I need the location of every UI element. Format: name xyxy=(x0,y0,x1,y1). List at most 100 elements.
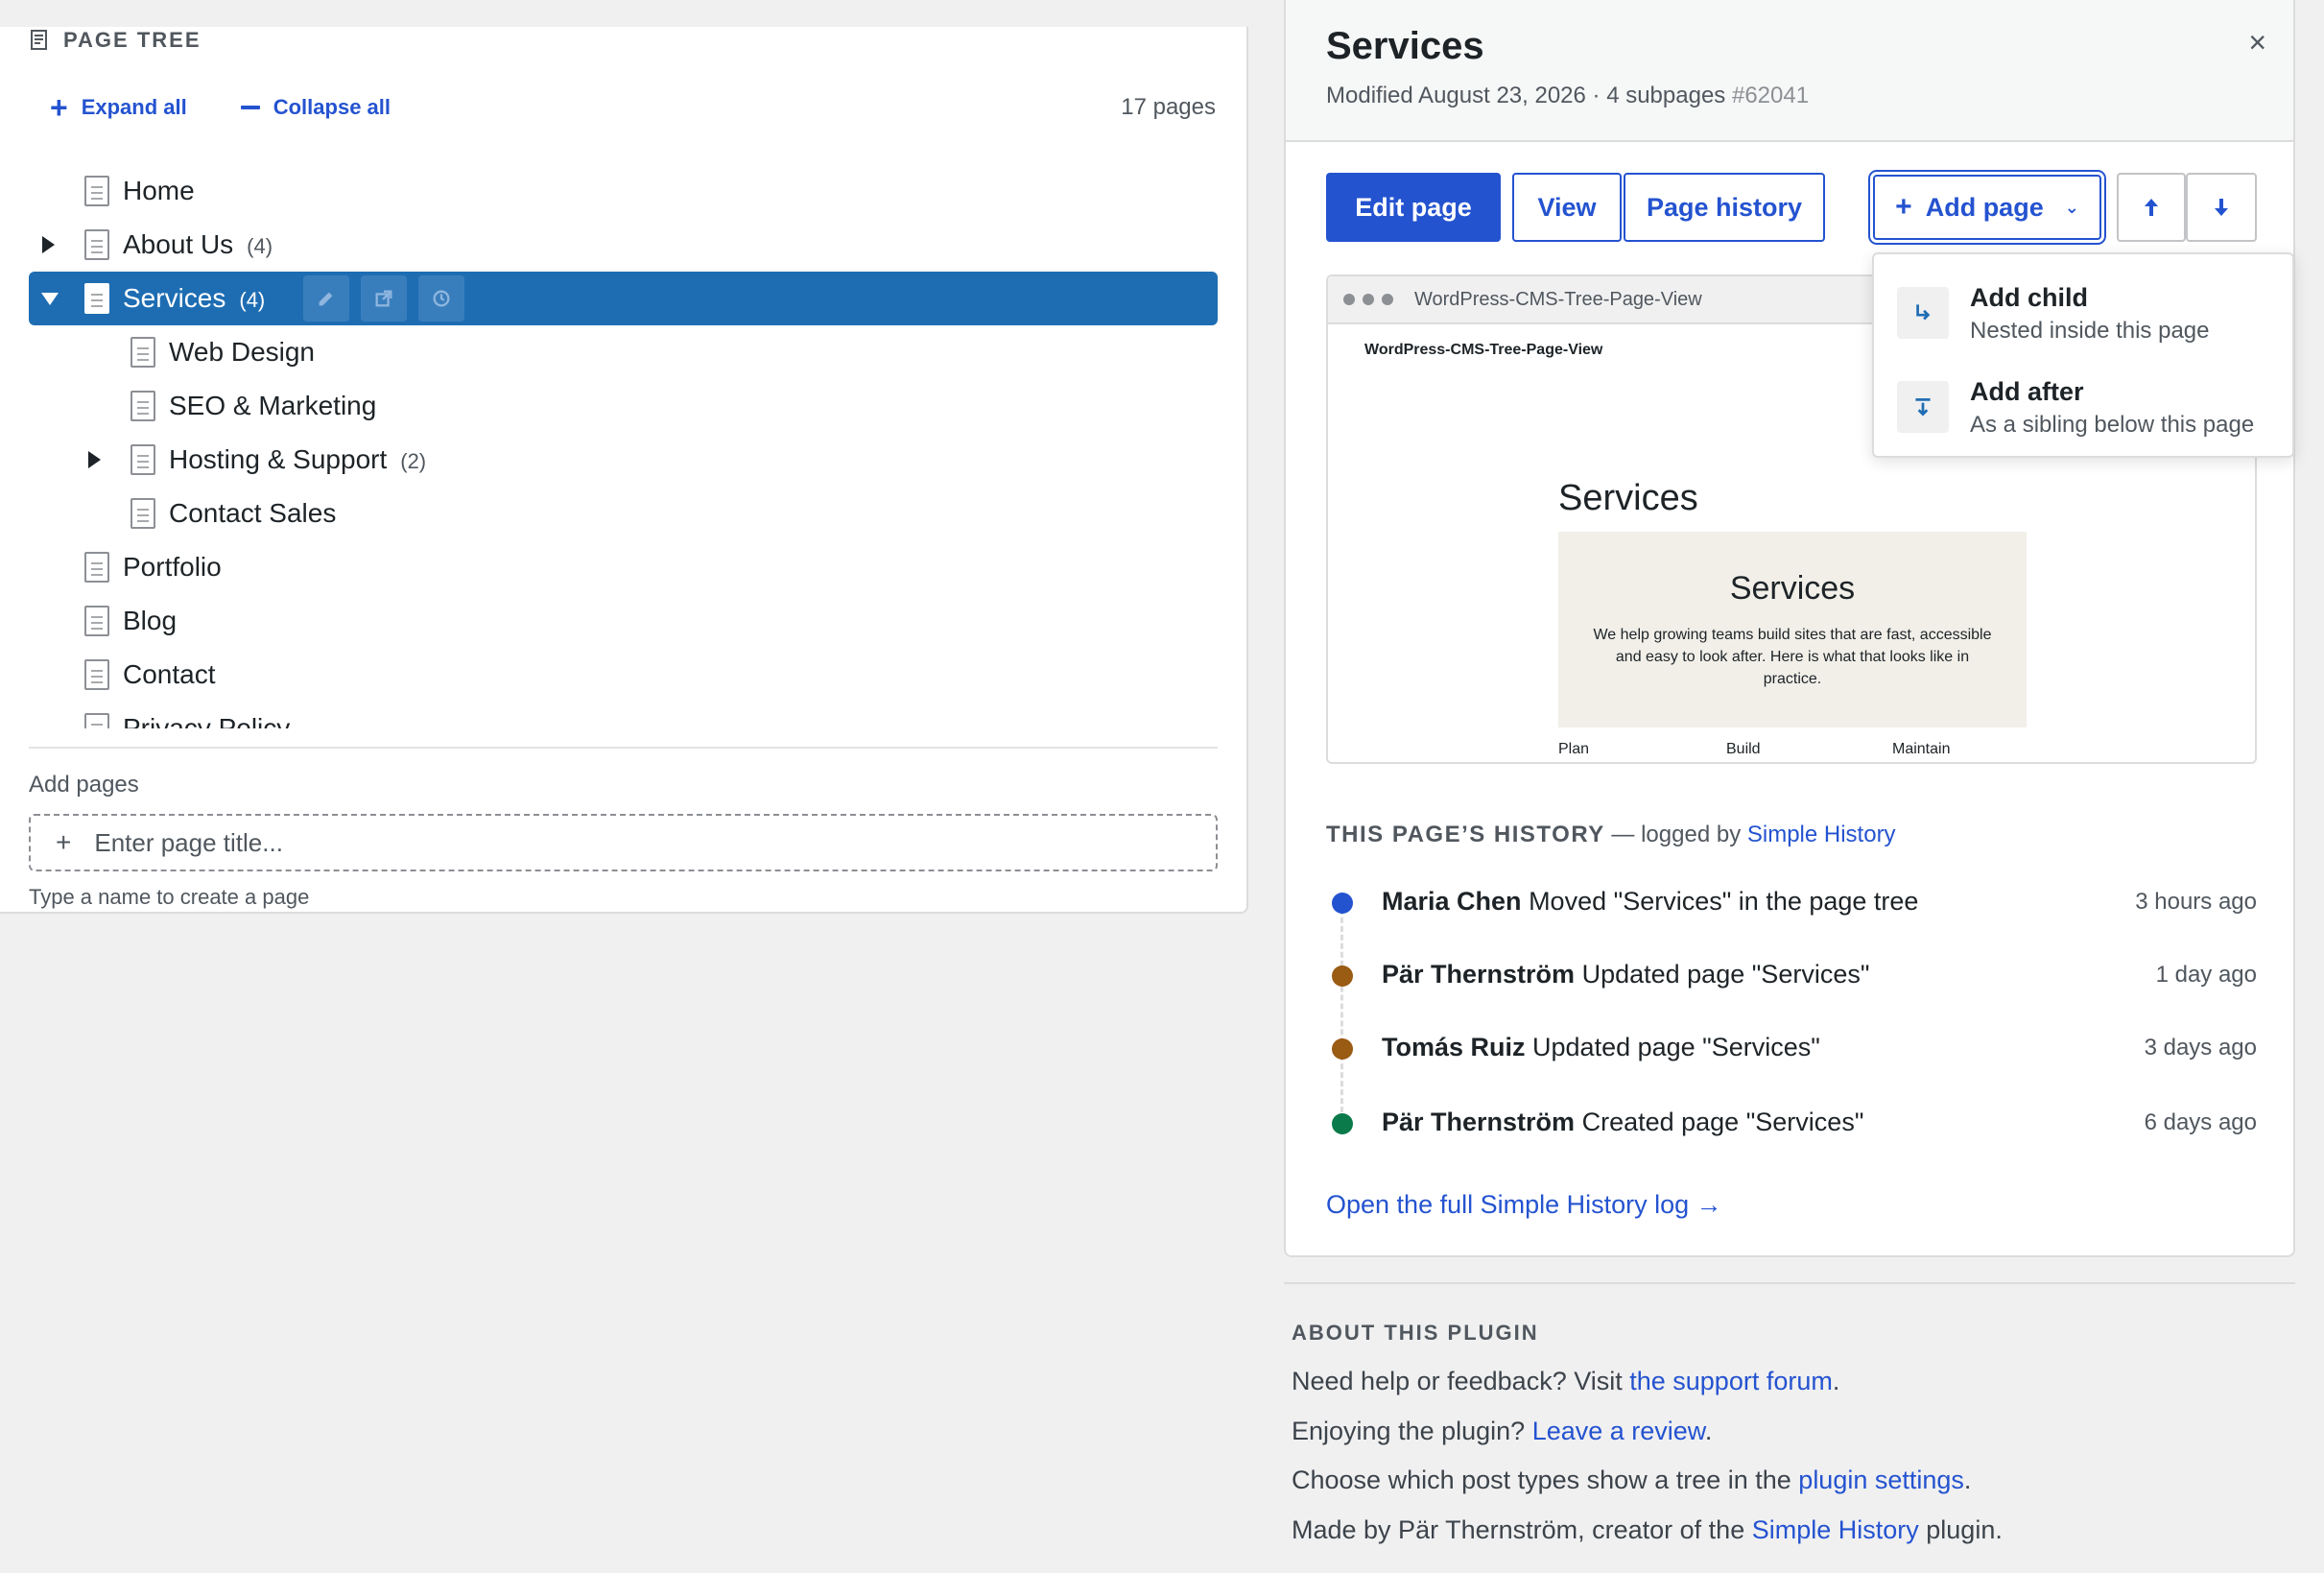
plus-icon: + xyxy=(56,827,72,857)
support-forum-link[interactable]: the support forum xyxy=(1629,1367,1833,1395)
history-user: Tomás Ruiz xyxy=(1382,1033,1526,1061)
menu-item-description: Nested inside this page xyxy=(1970,318,2210,344)
preview-hero: Services We help growing teams build sit… xyxy=(1558,532,2027,727)
tree-row-seo-marketing[interactable]: SEO & Marketing xyxy=(29,379,1218,433)
preview-heading: Services xyxy=(1558,478,1698,518)
tree-row-home[interactable]: Home xyxy=(29,164,1218,218)
history-action: Updated page "Services" xyxy=(1532,1033,1820,1061)
preview-site-name: WordPress-CMS-Tree-Page-View xyxy=(1364,342,1603,358)
tree-row-hosting-support[interactable]: Hosting & Support (2) xyxy=(29,433,1218,487)
history-heading-by: — logged by xyxy=(1604,822,1747,847)
about-line-support: Need help or feedback? Visit the support… xyxy=(1292,1367,1839,1396)
external-link-icon[interactable] xyxy=(361,275,407,322)
tree-row-web-design[interactable]: Web Design xyxy=(29,325,1218,379)
history-time: 3 days ago xyxy=(2144,1035,2257,1061)
plus-icon: + xyxy=(50,90,68,125)
about-line-author: Made by Pär Thernström, creator of the S… xyxy=(1292,1515,2003,1545)
collapse-toggle-icon[interactable] xyxy=(40,289,59,308)
page-icon xyxy=(84,659,109,690)
collapse-all-label: Collapse all xyxy=(273,95,391,119)
page-id: #62041 xyxy=(1731,83,1810,108)
page-tree-icon xyxy=(31,30,47,50)
tree-row-label-wrap: About Us (4) xyxy=(123,229,273,260)
view-button[interactable]: View xyxy=(1512,173,1622,242)
tree-row-privacy-policy[interactable]: Privacy Policy xyxy=(29,702,1218,728)
edit-icon[interactable] xyxy=(303,275,349,322)
history-entry: Pär Thernström Updated page "Services" 1… xyxy=(1326,958,2257,996)
page-title: Services xyxy=(1326,25,1484,67)
tree-row-label: Web Design xyxy=(169,337,316,367)
tree-row-label: Contact xyxy=(123,659,216,689)
tree-row-contact[interactable]: Contact xyxy=(29,648,1218,702)
close-icon[interactable]: × xyxy=(2248,27,2266,58)
history-entry: Pär Thernström Created page "Services" 6… xyxy=(1326,1106,2257,1144)
tree-row-about-us[interactable]: About Us (4) xyxy=(29,218,1218,272)
page-icon xyxy=(84,552,109,583)
history-user: Maria Chen xyxy=(1382,887,1522,916)
history-heading: THIS PAGE’S HISTORY — logged by Simple H… xyxy=(1326,822,1896,848)
menu-item-title: Add after xyxy=(1970,377,2084,406)
move-down-button[interactable] xyxy=(2186,173,2257,242)
tree-toolbar: + Expand all Collapse all xyxy=(50,92,391,123)
plugin-settings-link[interactable]: plugin settings xyxy=(1798,1466,1964,1494)
preview-url: WordPress-CMS-Tree-Page-View xyxy=(1414,288,1702,310)
edit-page-button[interactable]: Edit page xyxy=(1326,173,1501,242)
expand-toggle-icon[interactable] xyxy=(38,235,58,254)
add-child-menu-item[interactable]: Add child Nested inside this page xyxy=(1874,262,2292,354)
collapse-all-button[interactable]: Collapse all xyxy=(240,92,391,123)
page-tree-title: PAGE TREE xyxy=(63,28,202,52)
history-action: Created page "Services" xyxy=(1581,1108,1864,1136)
history-time: 3 hours ago xyxy=(2135,889,2257,915)
about-text: Choose which post types show a tree in t… xyxy=(1292,1466,1799,1494)
tree-row-blog[interactable]: Blog xyxy=(29,594,1218,648)
add-after-menu-item[interactable]: Add after As a sibling below this page xyxy=(1874,356,2292,448)
history-icon[interactable] xyxy=(418,275,464,322)
page-history-button[interactable]: Page history xyxy=(1624,173,1825,242)
about-line-settings: Choose which post types show a tree in t… xyxy=(1292,1466,1971,1495)
page-tree-panel: PAGE TREE + Expand all Collapse all 17 p… xyxy=(0,27,1248,914)
tree-row-label: About Us xyxy=(123,229,234,259)
preview-nav-item: Build xyxy=(1726,741,1761,757)
about-text-end: . xyxy=(1963,1466,1972,1494)
about-plugin-title: ABOUT THIS PLUGIN xyxy=(1292,1321,1539,1345)
child-count: (4) xyxy=(247,234,273,258)
expand-all-button[interactable]: + Expand all xyxy=(50,92,187,123)
page-icon xyxy=(130,337,155,368)
about-text-end: . xyxy=(1704,1417,1713,1445)
page-icon xyxy=(130,498,155,529)
menu-item-title: Add child xyxy=(1970,283,2088,312)
window-dot-icon xyxy=(1382,294,1393,305)
window-dot-icon xyxy=(1343,294,1355,305)
arrow-down-icon xyxy=(2215,199,2228,216)
leave-review-link[interactable]: Leave a review xyxy=(1532,1417,1705,1445)
history-user: Pär Thernström xyxy=(1382,960,1576,989)
simple-history-plugin-link[interactable]: Simple History xyxy=(1752,1515,1919,1544)
tree-row-label-wrap: Hosting & Support (2) xyxy=(169,444,426,475)
page-meta: Modified August 23, 2026 · 4 subpages #6… xyxy=(1326,83,1809,109)
tree-row-label: Contact Sales xyxy=(169,498,337,528)
history-entry-text: Maria Chen Moved "Services" in the page … xyxy=(1382,887,1918,917)
insert-below-icon xyxy=(1897,381,1949,433)
tree-row-services[interactable]: Services (4) xyxy=(29,272,1218,325)
add-page-label: Add page xyxy=(1925,192,2044,222)
page-icon xyxy=(130,391,155,421)
tree-row-contact-sales[interactable]: Contact Sales xyxy=(29,487,1218,540)
add-page-title-input[interactable] xyxy=(94,827,1150,858)
simple-history-link[interactable]: Simple History xyxy=(1747,822,1896,847)
history-action: Moved "Services" in the page tree xyxy=(1529,887,1919,916)
history-entry-text: Pär Thernström Updated page "Services" xyxy=(1382,960,1869,989)
tree-row-portfolio[interactable]: Portfolio xyxy=(29,540,1218,594)
window-dot-icon xyxy=(1363,294,1374,305)
status-dot-icon xyxy=(1332,965,1353,987)
history-entry-text: Tomás Ruiz Updated page "Services" xyxy=(1382,1033,1820,1062)
about-line-review: Enjoying the plugin? Leave a review. xyxy=(1292,1417,1712,1446)
about-text-end: plugin. xyxy=(1918,1515,2003,1544)
full-history-log-link[interactable]: Open the full Simple History log → xyxy=(1326,1190,1722,1220)
page-icon xyxy=(130,444,155,475)
tree-row-label: SEO & Marketing xyxy=(169,391,377,420)
expand-toggle-icon[interactable] xyxy=(84,450,104,469)
add-page-button[interactable]: + Add page ⌄ xyxy=(1873,175,2101,240)
add-page-field[interactable]: + xyxy=(29,814,1218,871)
move-up-button[interactable] xyxy=(2117,173,2186,242)
page-detail-panel: Services Modified August 23, 2026 · 4 su… xyxy=(1284,0,2295,1257)
